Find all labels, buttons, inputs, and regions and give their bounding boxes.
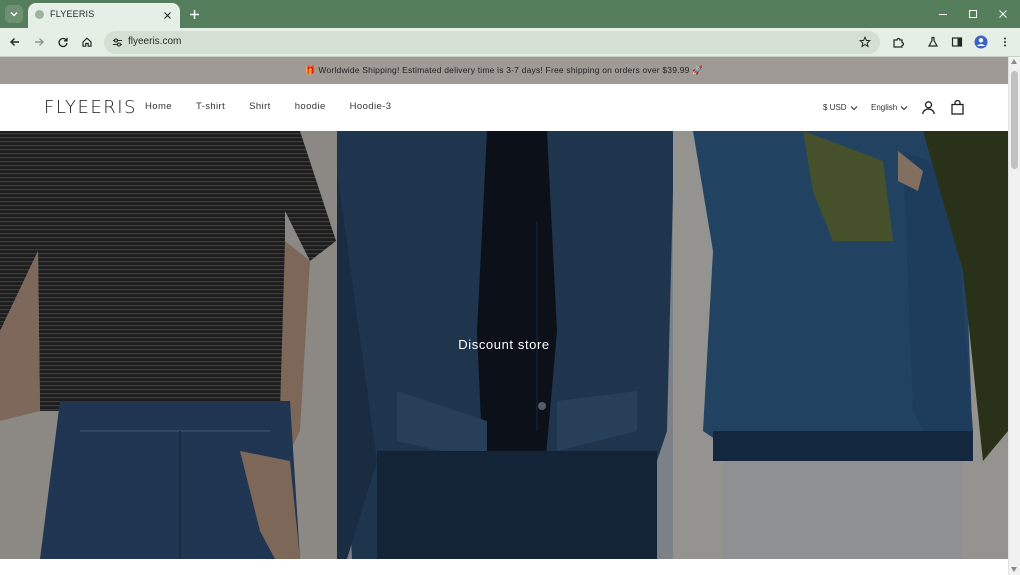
nav-item-hoodie-3[interactable]: Hoodie-3	[350, 101, 392, 112]
arrow-right-icon	[35, 38, 44, 46]
extensions-button[interactable]	[889, 33, 907, 51]
home-icon	[82, 37, 92, 47]
flask-icon	[927, 36, 939, 47]
more-vertical-icon	[1004, 37, 1006, 47]
avatar-icon	[974, 35, 988, 49]
nav-item-home[interactable]: Home	[145, 101, 172, 112]
hero-title: Discount store	[458, 337, 550, 352]
tab-title: FLYEERIS	[50, 9, 95, 19]
maximize-button[interactable]	[965, 6, 981, 22]
bookmark-button[interactable]	[858, 35, 872, 49]
announcement-text: 🎁 Worldwide Shipping! Estimated delivery…	[305, 65, 703, 75]
web-page: 🎁 Worldwide Shipping! Estimated delivery…	[0, 57, 1008, 575]
scroll-up-arrow[interactable]	[1011, 59, 1017, 64]
currency-selector[interactable]: $ USD	[823, 103, 858, 112]
home-button[interactable]	[78, 33, 96, 51]
site-info-button[interactable]	[110, 35, 124, 49]
labs-button[interactable]	[924, 33, 942, 51]
plus-icon	[189, 9, 199, 19]
browser-menu-button[interactable]	[996, 33, 1014, 51]
tab-search-button[interactable]	[5, 5, 23, 23]
star-icon	[859, 36, 871, 48]
reload-button[interactable]	[54, 33, 72, 51]
close-icon	[999, 10, 1007, 18]
hero-banner[interactable]: Discount store	[0, 131, 1008, 559]
browser-tab-bar: FLYEERIS	[0, 0, 1020, 28]
minimize-button[interactable]	[935, 6, 951, 22]
address-bar[interactable]: flyeeris.com	[104, 31, 880, 54]
cart-button[interactable]	[948, 98, 966, 116]
puzzle-icon	[892, 37, 904, 48]
browser-toolbar: flyeeris.com	[0, 28, 1020, 57]
main-nav: Home T-shirt Shirt hoodie Hoodie-3	[145, 101, 415, 112]
currency-label: $ USD	[823, 103, 847, 112]
nav-item-t-shirt[interactable]: T-shirt	[196, 101, 225, 112]
scroll-thumb[interactable]	[1011, 71, 1018, 169]
user-icon	[921, 100, 935, 114]
announcement-bar: 🎁 Worldwide Shipping! Estimated delivery…	[0, 57, 1008, 84]
back-button[interactable]	[6, 33, 24, 51]
forward-button[interactable]	[30, 33, 48, 51]
side-panel-button[interactable]	[948, 33, 966, 51]
arrow-left-icon	[10, 38, 19, 46]
tune-icon	[112, 37, 122, 47]
maximize-icon	[969, 10, 977, 18]
page-scrollbar[interactable]	[1008, 57, 1020, 575]
url-text: flyeeris.com	[128, 36, 182, 47]
site-header: FLYEERIS Home T-shirt Shirt hoodie Hoodi…	[0, 84, 1008, 131]
close-icon	[163, 11, 171, 19]
browser-tab[interactable]: FLYEERIS	[28, 3, 180, 28]
minimize-icon	[939, 14, 947, 15]
profile-button[interactable]	[972, 33, 990, 51]
nav-item-hoodie[interactable]: hoodie	[295, 101, 326, 112]
new-tab-button[interactable]	[186, 6, 202, 22]
chevron-down-icon	[850, 105, 857, 110]
tab-close-button[interactable]	[160, 8, 174, 22]
favicon-icon	[35, 10, 44, 19]
chevron-down-icon	[900, 105, 908, 110]
shopping-bag-icon	[950, 99, 964, 115]
language-selector[interactable]: English	[871, 103, 908, 112]
scroll-down-arrow[interactable]	[1011, 567, 1017, 572]
side-panel-icon	[951, 37, 963, 47]
nav-item-shirt[interactable]: Shirt	[249, 101, 271, 112]
reload-icon	[58, 37, 68, 48]
site-logo[interactable]: FLYEERIS	[44, 97, 137, 118]
page-next-section	[0, 559, 1008, 575]
window-close-button[interactable]	[995, 6, 1011, 22]
account-button[interactable]	[919, 98, 937, 116]
chevron-down-icon	[10, 12, 18, 17]
language-label: English	[871, 103, 898, 112]
